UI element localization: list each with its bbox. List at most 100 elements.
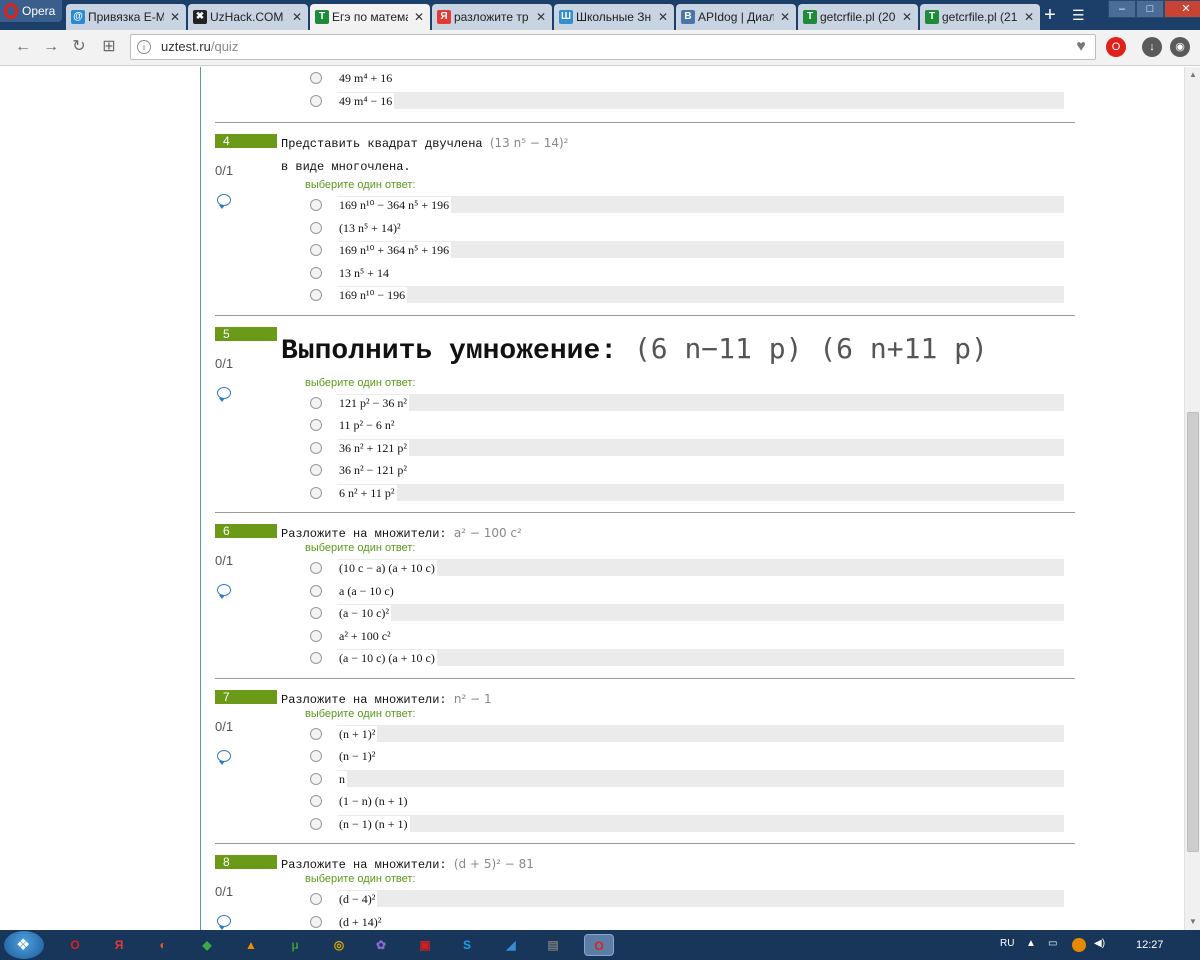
answer-option[interactable]: 13 n⁵ + 14 xyxy=(307,262,1064,285)
answer-radio[interactable] xyxy=(310,72,322,84)
browser-tab[interactable]: Tgetcrfile.pl (20 ✕ xyxy=(798,4,918,30)
tab-close-icon[interactable]: ✕ xyxy=(536,4,546,30)
answer-radio[interactable] xyxy=(310,419,322,431)
scrollbar-thumb[interactable] xyxy=(1187,412,1199,852)
close-window-button[interactable]: ✕ xyxy=(1164,0,1200,18)
tab-close-icon[interactable]: ✕ xyxy=(414,4,424,30)
answer-option[interactable]: 36 n² − 121 p² xyxy=(307,459,1064,482)
new-tab-button[interactable]: + xyxy=(1040,4,1060,26)
answer-radio[interactable] xyxy=(310,486,322,499)
maximize-button[interactable]: □ xyxy=(1136,0,1164,18)
browser-tab[interactable]: T Егэ по матема ✕ xyxy=(310,4,430,30)
taskbar-app-icon[interactable]: O xyxy=(584,934,614,956)
answer-option[interactable]: (1 − n) (n + 1) xyxy=(307,790,1064,813)
answer-radio[interactable] xyxy=(310,915,322,928)
download-icon[interactable]: ↓ xyxy=(1142,37,1162,57)
speed-dial-icon[interactable]: ⊞ xyxy=(100,38,118,56)
browser-tab[interactable]: ✖ UzHack.COM ✕ xyxy=(188,4,308,30)
taskbar-app-icon[interactable]: ✿ xyxy=(370,934,392,956)
answer-option[interactable]: 169 n¹⁰ + 364 n⁵ + 196 xyxy=(307,239,1064,262)
answer-radio[interactable] xyxy=(310,464,322,476)
answer-option[interactable]: a (a − 10 c) xyxy=(307,580,1064,603)
answer-option[interactable]: a² + 100 c² xyxy=(307,625,1064,648)
answer-radio[interactable] xyxy=(310,396,322,409)
tab-close-icon[interactable]: ✕ xyxy=(658,4,668,30)
tray-network-icon[interactable]: ▭ xyxy=(1048,938,1057,949)
answer-option[interactable]: (n + 1)² xyxy=(307,723,1064,746)
browser-tab[interactable]: Tgetcrfile.pl (21 ✕ xyxy=(920,4,1040,30)
answer-option[interactable]: n xyxy=(307,768,1064,791)
extensions-icon[interactable]: ◉ xyxy=(1170,37,1190,57)
answer-radio[interactable] xyxy=(310,629,322,642)
answer-radio[interactable] xyxy=(310,893,322,905)
comment-icon[interactable] xyxy=(217,194,231,209)
taskbar-app-icon[interactable]: ◢ xyxy=(500,934,522,956)
browser-tab[interactable]: @ Привязка E-M ✕ xyxy=(66,4,186,30)
tab-close-icon[interactable]: ✕ xyxy=(292,4,302,30)
language-indicator[interactable]: RU xyxy=(1000,938,1014,949)
answer-option[interactable]: 49 m⁴ + 16 xyxy=(307,67,1064,90)
tab-close-icon[interactable]: ✕ xyxy=(902,4,912,30)
answer-radio[interactable] xyxy=(310,562,322,574)
answer-option[interactable]: (n − 1) (n + 1) xyxy=(307,813,1064,836)
tab-close-icon[interactable]: ✕ xyxy=(1024,4,1034,30)
page-scrollbar[interactable]: ▲ ▼ xyxy=(1184,67,1200,930)
answer-radio[interactable] xyxy=(310,266,322,279)
volume-icon[interactable]: ◀) xyxy=(1094,938,1105,949)
back-icon[interactable]: ← xyxy=(14,38,32,56)
answer-radio[interactable] xyxy=(310,652,322,664)
start-button[interactable] xyxy=(4,931,44,959)
opera-menu-button[interactable]: Opera xyxy=(0,0,62,22)
comment-icon[interactable] xyxy=(217,584,231,599)
taskbar-app-icon[interactable]: μ xyxy=(284,934,306,956)
answer-radio[interactable] xyxy=(310,817,322,830)
taskbar-app-icon[interactable]: ▣ xyxy=(414,934,436,956)
taskbar-app-icon[interactable]: ◐ xyxy=(152,934,174,956)
comment-icon[interactable] xyxy=(217,749,231,765)
taskbar-app-icon[interactable]: ◆ xyxy=(196,934,218,956)
answer-radio[interactable] xyxy=(310,94,322,107)
tray-expand-icon[interactable]: ▲ xyxy=(1026,938,1036,949)
answer-option[interactable]: 169 n¹⁰ − 364 n⁵ + 196 xyxy=(307,194,1064,217)
site-info-icon[interactable]: i xyxy=(137,40,151,54)
answer-option[interactable]: 121 p² − 36 n² xyxy=(307,392,1064,415)
answer-radio[interactable] xyxy=(310,244,322,256)
scroll-down-icon[interactable]: ▼ xyxy=(1185,914,1200,930)
tab-close-icon[interactable]: ✕ xyxy=(170,4,180,30)
answer-option[interactable]: (a − 10 c)² xyxy=(307,602,1064,625)
taskbar-app-icon[interactable]: ◎ xyxy=(328,934,350,956)
browser-tab[interactable]: B APIdog | Диал ✕ xyxy=(676,4,796,30)
answer-radio[interactable] xyxy=(310,795,322,807)
answer-radio[interactable] xyxy=(310,607,322,619)
answer-option[interactable]: 36 n² + 121 p² xyxy=(307,437,1064,460)
answer-radio[interactable] xyxy=(310,727,322,740)
answer-radio[interactable] xyxy=(310,750,322,762)
bookmark-heart-icon[interactable]: ♥ xyxy=(1071,38,1091,56)
taskbar-app-icon[interactable]: ▲ xyxy=(240,934,262,956)
browser-tab[interactable]: Яразложите тр ✕ xyxy=(432,4,552,30)
answer-radio[interactable] xyxy=(310,221,322,234)
tab-menu-icon[interactable]: ☰ xyxy=(1072,6,1088,24)
answer-option[interactable]: (10 c − a) (a + 10 c) xyxy=(307,557,1064,580)
opera-turbo-icon[interactable]: O xyxy=(1106,37,1126,57)
taskbar-app-icon[interactable]: O xyxy=(64,934,86,956)
comment-icon[interactable] xyxy=(217,386,231,402)
answer-radio[interactable] xyxy=(310,772,322,785)
answer-option[interactable]: (d − 4)² xyxy=(307,888,1064,911)
tab-close-icon[interactable]: ✕ xyxy=(780,4,790,30)
taskbar-app-icon[interactable]: S xyxy=(456,934,478,956)
answer-option[interactable]: (n − 1)² xyxy=(307,745,1064,768)
comment-icon[interactable] xyxy=(217,915,231,930)
answer-option[interactable]: (d + 14)² xyxy=(307,911,1064,930)
answer-option[interactable]: (13 n⁵ + 14)² xyxy=(307,217,1064,240)
browser-tab[interactable]: Ш Школьные Зн ✕ xyxy=(554,4,674,30)
url-field[interactable]: i uztest.ru/quiz ♥ xyxy=(130,34,1096,60)
answer-option[interactable]: 49 m⁴ − 16 xyxy=(307,90,1064,113)
answer-radio[interactable] xyxy=(310,441,322,454)
reload-icon[interactable]: ↻ xyxy=(70,38,88,56)
taskbar-app-icon[interactable]: Я xyxy=(108,934,130,956)
answer-option[interactable]: 11 p² − 6 n² xyxy=(307,414,1064,437)
answer-radio[interactable] xyxy=(310,289,322,301)
forward-icon[interactable]: → xyxy=(42,38,60,56)
tray-app-icon[interactable] xyxy=(1072,938,1086,952)
